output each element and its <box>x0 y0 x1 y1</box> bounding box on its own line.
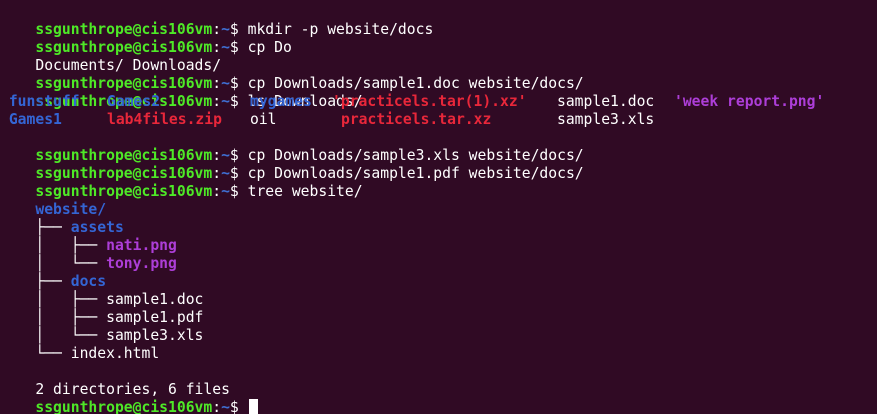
terminal-line: ssgunthrope@cis106vm:~$ cp Do <box>0 21 877 56</box>
ls-entry-dir: Games1 <box>0 111 62 128</box>
ls-entry-dir: Games2 <box>107 93 161 110</box>
terminal-line: 2 directories, 6 files <box>0 363 877 398</box>
terminal-line: ssgunthrope@cis106vm:~$ <box>0 381 877 414</box>
tree-line: │ └── tony.png <box>0 237 877 272</box>
ls-entry-archive: 'practicels.tar(1).xz' <box>332 93 527 110</box>
terminal-line: ssgunthrope@cis106vm:~$ mkdir -p website… <box>0 3 877 38</box>
ls-output-row: funstuff Games2 mygames 'practicels.tar(… <box>0 93 877 111</box>
terminal-line: ssgunthrope@cis106vm:~$ cp Downloads/sam… <box>0 129 877 164</box>
terminal-line: ssgunthrope@cis106vm:~$ cp Downloads/sam… <box>0 57 877 92</box>
tree-line: ├── docs <box>0 255 877 290</box>
text-cursor[interactable] <box>248 399 258 414</box>
ls-entry-dir: funstuff <box>0 93 80 110</box>
tree-line: │ ├── sample1.pdf <box>0 291 877 326</box>
ls-output-row: Games1 lab4files.zip oil practicels.tar.… <box>0 111 877 129</box>
terminal-line: ssgunthrope@cis106vm:~$ tree website/ <box>0 165 877 200</box>
ls-entry-file: sample3.xls <box>557 111 655 128</box>
tree-root: website/ <box>0 183 877 218</box>
ls-entry-dir: mygames <box>250 93 312 110</box>
prompt-symbol: $ <box>229 399 239 414</box>
tree-line: │ └── sample3.xls <box>0 309 877 344</box>
prompt-path: ~ <box>221 399 230 414</box>
terminal-line: Documents/ Downloads/ <box>0 39 877 74</box>
prompt-user-host: ssgunthrope@cis106vm <box>35 399 213 414</box>
tree-line: │ ├── sample1.doc <box>0 273 877 308</box>
tree-line: │ ├── nati.png <box>0 219 877 254</box>
terminal-line: ssgunthrope@cis106vm:~$ cp Downloads/sam… <box>0 147 877 182</box>
ls-entry-file: oil <box>250 111 277 128</box>
tree-line: └── index.html <box>0 327 877 362</box>
tree-line: ├── assets <box>0 201 877 236</box>
ls-entry-archive: practicels.tar.xz <box>341 111 492 128</box>
ls-entry-file: sample1.doc <box>557 93 655 110</box>
prompt-colon: : <box>212 399 222 414</box>
ls-entry-archive: lab4files.zip <box>107 111 222 128</box>
ls-entry-image: 'week report.png' <box>674 93 825 110</box>
terminal-line: ssgunthrope@cis106vm:~$ ls Downloads/ <box>0 75 877 110</box>
terminal-window[interactable]: ssgunthrope@cis106vm:~$ mkdir -p website… <box>0 0 877 414</box>
